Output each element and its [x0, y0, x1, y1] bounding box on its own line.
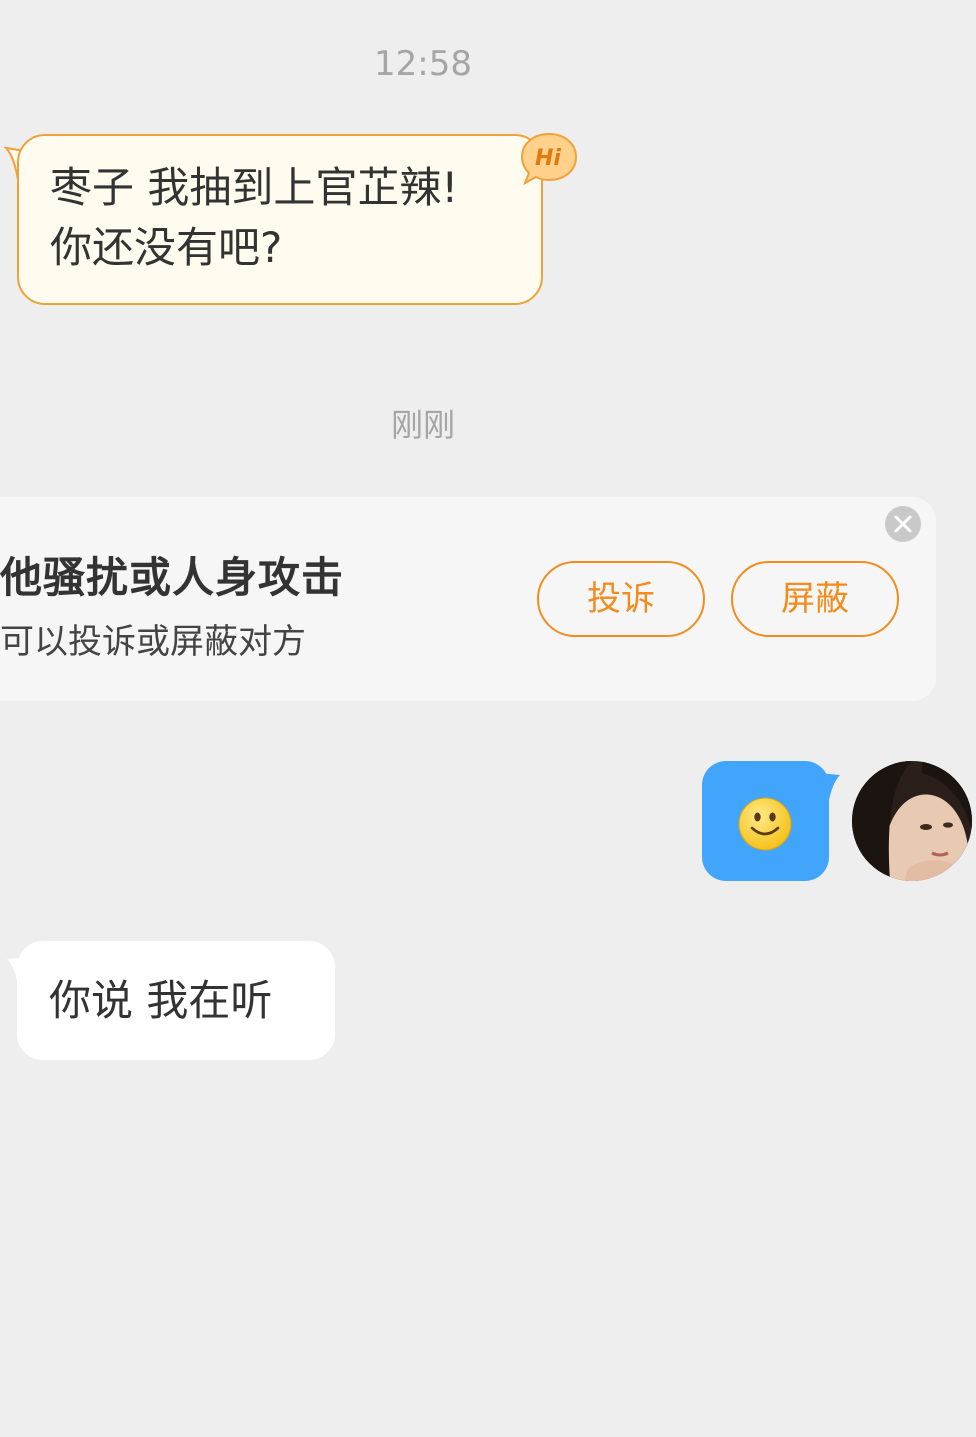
- greeting-message-text: 枣子 我抽到上官芷辣! 你还没有吧?: [50, 163, 459, 272]
- incoming-message-bubble[interactable]: 你说 我在听: [17, 941, 335, 1060]
- warning-title: 他骚扰或人身攻击: [0, 553, 345, 602]
- user-avatar[interactable]: [852, 761, 972, 881]
- incoming-message-text: 你说 我在听: [49, 976, 273, 1025]
- message-timestamp-recent: 刚刚: [390, 406, 455, 444]
- smile-emoji-icon: [738, 797, 792, 851]
- message-timestamp: 12:58: [374, 44, 472, 84]
- report-button[interactable]: 投诉: [537, 561, 705, 637]
- greeting-message-bubble[interactable]: 枣子 我抽到上官芷辣! 你还没有吧?: [17, 134, 543, 305]
- hi-badge-icon: Hi: [520, 132, 578, 186]
- block-button[interactable]: 屏蔽: [731, 561, 899, 637]
- avatar-photo: [852, 761, 972, 881]
- outgoing-bubble-tail: [818, 773, 840, 805]
- close-icon[interactable]: [885, 506, 921, 542]
- warning-subtitle: 可以投诉或屏蔽对方: [0, 622, 306, 662]
- hi-badge-label: Hi: [535, 146, 561, 171]
